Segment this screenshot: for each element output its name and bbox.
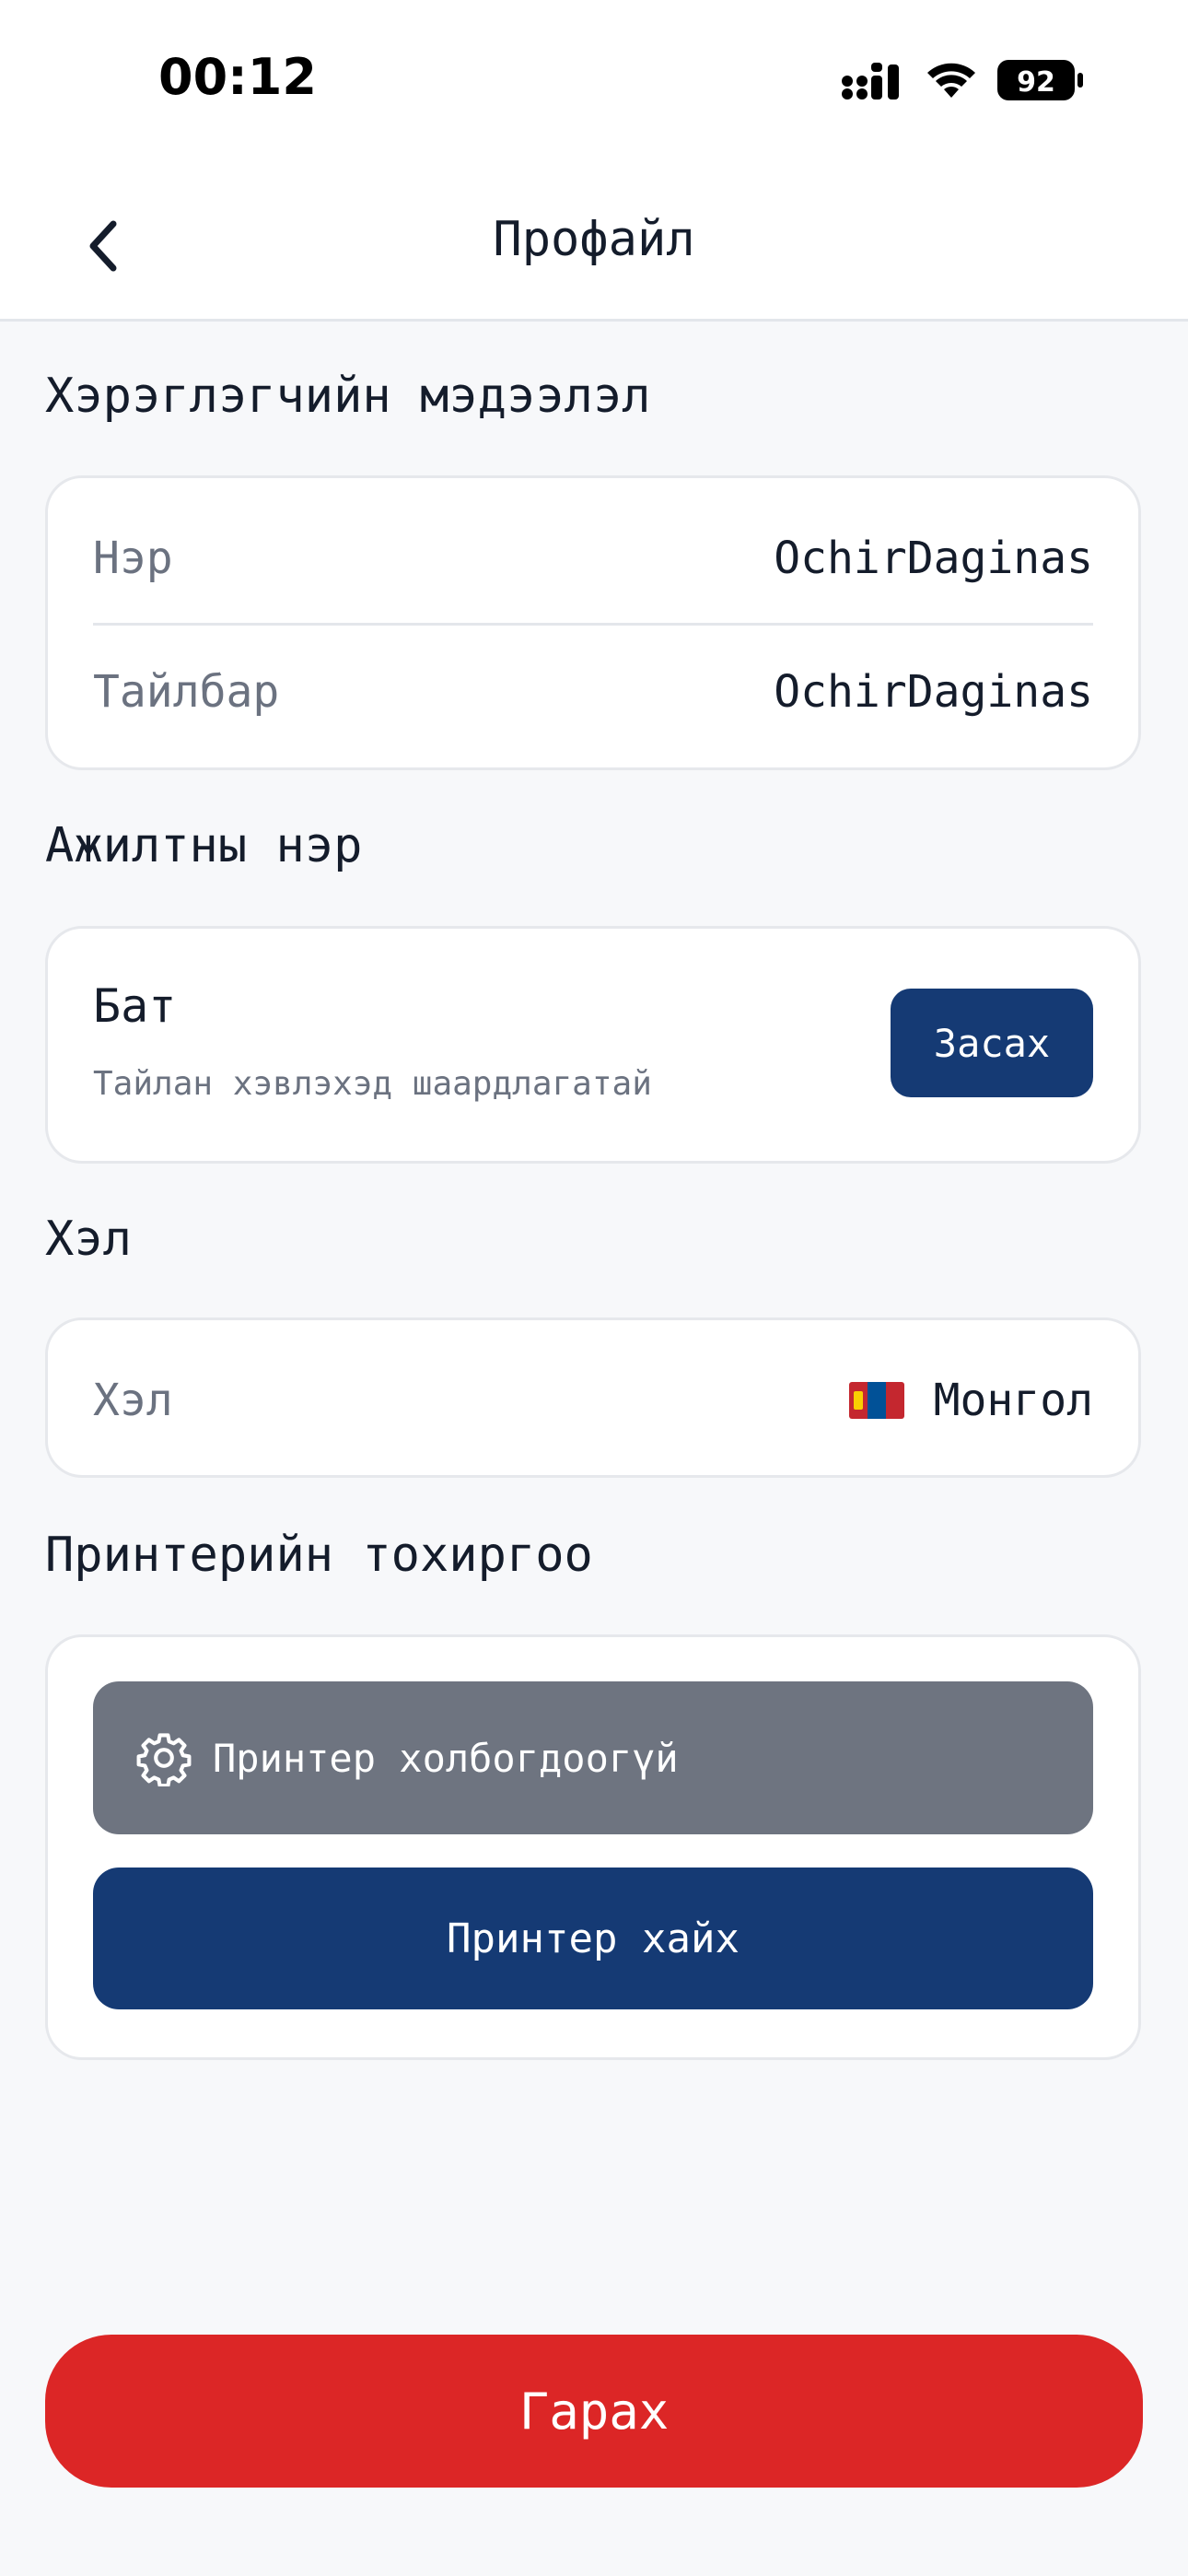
battery-level: 92 (1017, 66, 1055, 99)
printer-status-text: Принтер холбогдоогүй (213, 1735, 679, 1781)
battery-icon: 92 (997, 60, 1083, 100)
user-name-value: OchirDaginas (774, 533, 1093, 584)
language-row[interactable]: Хэл Монгол (93, 1364, 1093, 1437)
row-divider (93, 623, 1093, 626)
language-value: Монгол (933, 1375, 1093, 1426)
logout-button[interactable]: Гарах (45, 2335, 1143, 2488)
user-name-label: Нэр (93, 533, 173, 584)
employee-name: Бат (93, 979, 177, 1033)
mongolia-flag-icon (848, 1382, 904, 1419)
printer-card: Принтер холбогдоогүй Принтер хайх (45, 1634, 1141, 2060)
printer-section-title: Принтерийн тохиргоо (45, 1528, 593, 1583)
user-info-card: Нэр OchirDaginas Тайлбар OchirDaginas (45, 475, 1141, 770)
cellular-signal-icon (842, 63, 899, 100)
user-description-row: Тайлбар OchirDaginas (93, 655, 1093, 729)
user-description-label: Тайлбар (93, 666, 280, 718)
find-printer-button[interactable]: Принтер хайх (93, 1868, 1093, 2009)
employee-section-title: Ажилтны нэр (45, 818, 363, 873)
user-name-row: Нэр OchirDaginas (93, 521, 1093, 595)
employee-card: Бат Тайлан хэвлэхэд шаардлагатай Засах (45, 926, 1141, 1164)
status-bar: 00:12 92 (0, 0, 1188, 175)
wifi-icon (927, 63, 975, 98)
printer-status-banner: Принтер холбогдоогүй (93, 1681, 1093, 1834)
gear-icon (135, 1729, 192, 1786)
user-description-value: OchirDaginas (774, 666, 1093, 718)
edit-employee-button[interactable]: Засах (891, 989, 1093, 1097)
app-header: Профайл (0, 175, 1188, 322)
user-info-section-title: Хэрэглэгчийн мэдээлэл (45, 369, 651, 424)
language-section-title: Хэл (45, 1212, 132, 1267)
page-title: Профайл (493, 212, 695, 267)
status-time: 00:12 (158, 48, 317, 106)
language-value-group: Монгол (848, 1375, 1093, 1426)
employee-subtitle: Тайлан хэвлэхэд шаардлагатай (93, 1065, 652, 1103)
language-label: Хэл (93, 1375, 173, 1426)
language-card[interactable]: Хэл Монгол (45, 1317, 1141, 1478)
